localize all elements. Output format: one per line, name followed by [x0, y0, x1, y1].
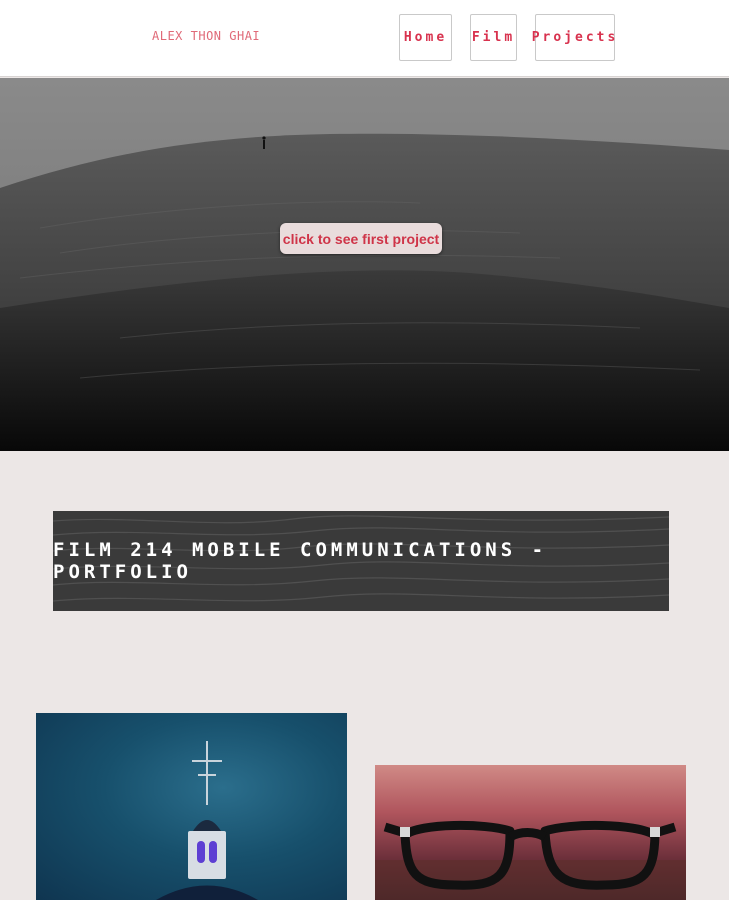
nav-film-button[interactable]: Film — [470, 14, 517, 61]
nav-projects-button[interactable]: Projects — [532, 14, 615, 61]
hero-desert-image: click to see first project — [0, 78, 729, 451]
site-brand[interactable]: ALEX THON GHAI — [152, 29, 260, 43]
church-steeple-card[interactable] — [36, 713, 347, 900]
eyeglasses-card[interactable] — [375, 765, 686, 900]
eyeglasses-icon — [375, 820, 686, 900]
portfolio-banner: FILM 214 MOBILE COMMUNICATIONS - PORTFOL… — [53, 511, 669, 611]
church-steeple-icon — [156, 741, 258, 900]
portfolio-title: FILM 214 MOBILE COMMUNICATIONS - PORTFOL… — [53, 539, 548, 583]
nav-home-button[interactable]: Home — [399, 14, 452, 61]
site-header: ALEX THON GHAI Home Film Projects — [0, 0, 729, 77]
first-project-button[interactable]: click to see first project — [280, 223, 442, 254]
desert-dunes-graphic — [0, 78, 729, 451]
